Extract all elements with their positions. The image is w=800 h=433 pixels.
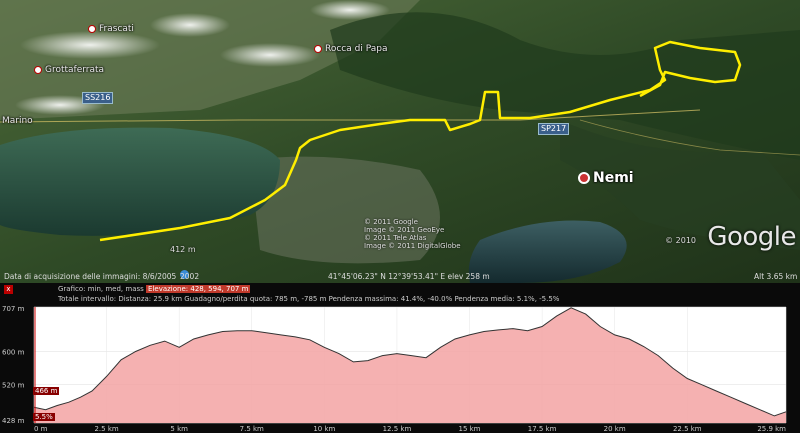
elevation-profile-panel[interactable]: x Grafico: min, med, mass Elevazione: 42… <box>0 283 800 433</box>
road-shield-sp217: SP217 <box>538 123 570 135</box>
x-tick-label: 0 m <box>34 425 48 433</box>
place-marino[interactable]: Marino <box>2 116 33 126</box>
x-tick-label: 15 km <box>459 425 481 433</box>
place-frascati[interactable]: Frascati <box>88 24 134 34</box>
x-tick-label: 10 km <box>313 425 335 433</box>
place-pin-icon <box>88 24 96 33</box>
elevation-chart[interactable]: 707 m 600 m 520 m 428 m 0 m 2.5 km 5 km 7.5 km… <box>0 283 800 433</box>
place-pin-icon <box>34 65 42 74</box>
cursor-slope-readout: 5.5% <box>33 413 55 421</box>
y-tick-label: 600 m <box>2 348 25 356</box>
route-elevation-marker: 412 m <box>170 245 196 254</box>
x-tick-label: 25.9 km <box>757 425 786 433</box>
y-tick-label: 707 m <box>2 305 25 313</box>
place-grottaferrata[interactable]: Grottaferrata <box>34 65 104 75</box>
acquisition-date: Data di acquisizione delle immagini: 8/6… <box>4 272 177 281</box>
status-bar: Data di acquisizione delle immagini: 8/6… <box>4 270 798 281</box>
x-tick-label: 20 km <box>604 425 626 433</box>
road-shield-ss216: SS216 <box>82 92 114 104</box>
google-earth-window: Frascati Grottaferrata Rocca di Papa Mar… <box>0 0 800 433</box>
place-rocca-di-papa[interactable]: Rocca di Papa <box>314 44 387 54</box>
x-tick-label: 7.5 km <box>240 425 264 433</box>
google-logo: Google <box>707 222 796 252</box>
place-pin-icon <box>578 172 590 184</box>
y-tick-label: 520 m <box>2 382 25 390</box>
pointer-coordinates: 41°45'06.23" N 12°39'53.41" E elev 258 m <box>328 272 490 281</box>
x-tick-label: 22.5 km <box>673 425 702 433</box>
eye-altitude: Alt 3.65 km <box>754 272 798 281</box>
x-tick-label: 17.5 km <box>528 425 557 433</box>
x-tick-label: 5 km <box>170 425 188 433</box>
x-tick-label: 2.5 km <box>94 425 118 433</box>
x-tick-label: 12.5 km <box>383 425 412 433</box>
imagery-copyright: © 2011 Google Image © 2011 GeoEye © 2011… <box>364 218 461 250</box>
cursor-elevation-readout: 466 m <box>33 387 60 395</box>
imagery-year: © 2010 <box>665 236 696 245</box>
y-tick-label: 428 m <box>2 417 25 425</box>
map-view[interactable]: Frascati Grottaferrata Rocca di Papa Mar… <box>0 0 800 283</box>
place-pin-icon <box>314 44 322 53</box>
place-nemi[interactable]: Nemi <box>578 170 634 186</box>
